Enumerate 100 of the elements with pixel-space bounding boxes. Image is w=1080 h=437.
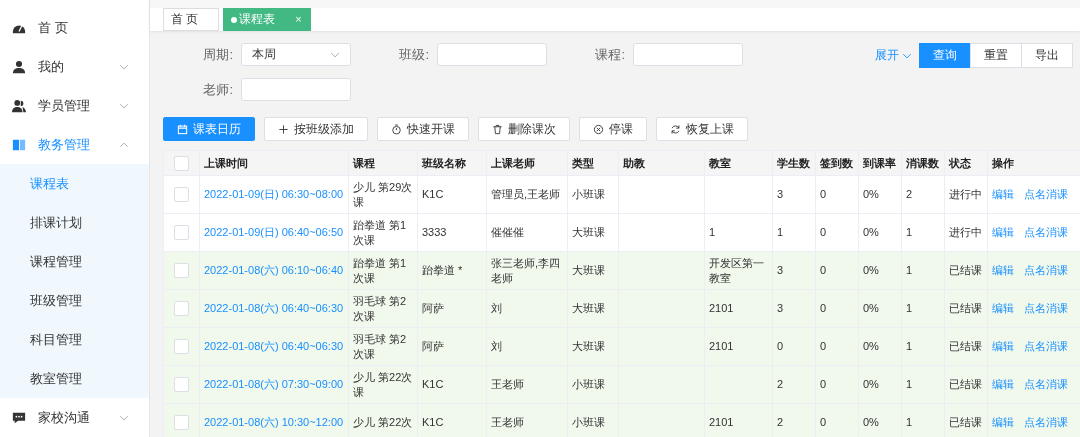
action-link[interactable]: 点名消课 [1024,226,1068,238]
select-field[interactable]: 本周 [241,43,351,66]
table-cell: 0% [858,175,902,214]
table-cell: 少儿 第22次 [348,403,418,437]
menu-item[interactable]: 首 页 [0,8,149,47]
column-header: 课程 [348,150,418,176]
input-field[interactable] [437,43,547,66]
action-link[interactable]: 点名消课 [1024,188,1068,200]
column-header: 操作 [987,150,1080,176]
table-cell: K1C [417,175,487,214]
menu-item[interactable]: 我的 [0,47,149,86]
checkbox[interactable] [174,225,189,240]
calendar-icon [177,123,188,135]
table-cell: 0% [858,213,902,252]
checkbox[interactable] [174,339,189,354]
table-cell: 3333 [417,213,487,252]
action-link[interactable]: 编辑 [992,188,1014,200]
toolbar-button[interactable]: 恢复上课 [656,117,748,141]
table-cell: 少儿 第29次课 [348,175,418,214]
action-link[interactable]: 点名消课 [1024,378,1068,390]
checkbox[interactable] [174,187,189,202]
table-cell: 3 [772,175,816,214]
column-header: 助教 [618,150,705,176]
search-button[interactable]: 查询 [919,43,971,68]
submenu-item[interactable]: 班级管理 [0,281,149,320]
table-cell: 1 [772,213,816,252]
table-cell: 进行中 [944,213,988,252]
submenu-item[interactable]: 科目管理 [0,320,149,359]
column-header: 上课老师 [486,150,568,176]
input-field[interactable] [241,78,351,101]
table-cell: 0 [772,327,816,366]
table-cell: 1 [901,289,945,328]
expand-link[interactable]: 展开 [875,43,912,68]
table-cell: 阿萨 [417,289,487,328]
table-cell: 跆拳道 第1次课 [348,251,418,290]
table-cell: 2101 [704,289,773,328]
table-cell: 2101 [704,327,773,366]
column-header: 学生数 [772,150,816,176]
menu-item[interactable]: 学员管理 [0,86,149,125]
table-cell: 0 [815,327,859,366]
stopwatch-icon [391,123,402,135]
table-cell: K1C [417,365,487,404]
action-link[interactable]: 点名消课 [1024,264,1068,276]
field-label: 班级: [398,45,430,64]
table-cell: 0% [858,289,902,328]
submenu-item[interactable]: 课程表 [0,164,149,203]
toolbar-button[interactable]: 按班级添加 [264,117,368,141]
dot-icon [231,16,238,23]
users-icon [12,98,26,113]
toolbar-button[interactable]: 课表日历 [163,117,255,141]
column-header: 签到数 [815,150,859,176]
table-cell: 张三老师,李四老师 [486,251,568,290]
close-icon[interactable]: × [295,9,302,30]
action-link[interactable]: 点名消课 [1024,416,1068,428]
menu-item[interactable]: 教务管理 [0,125,149,164]
table-cell: 羽毛球 第2次课 [348,289,418,328]
tab[interactable]: 课程表 × [223,8,311,31]
checkbox[interactable] [174,301,189,316]
table-cell: K1C [417,403,487,437]
table-cell: 0% [858,365,902,404]
table-cell: 0 [815,251,859,290]
table-cell: 小班课 [567,175,619,214]
table-cell: 3 [772,289,816,328]
submenu-item[interactable]: 课程管理 [0,242,149,281]
action-link[interactable]: 编辑 [992,416,1014,428]
toolbar-button[interactable]: 删除课次 [478,117,570,141]
action-link[interactable]: 编辑 [992,340,1014,352]
table-cell: 0 [815,289,859,328]
table-cell: 进行中 [944,175,988,214]
action-link[interactable]: 编辑 [992,264,1014,276]
table-cell: 开发区第一教室 [704,251,773,290]
table-cell: 0 [815,175,859,214]
toolbar-button[interactable]: 停课 [579,117,647,141]
checkbox[interactable] [174,415,189,430]
action-link[interactable]: 编辑 [992,378,1014,390]
menu-item[interactable]: 家校沟通 [0,398,149,437]
table-cell: 跆拳道 * [417,251,487,290]
table-cell: 已结课 [944,289,988,328]
column-header: 消课数 [901,150,945,176]
field-label: 课程: [594,45,626,64]
tab[interactable]: 首 页 [163,8,220,31]
input-field[interactable] [633,43,743,66]
table-cell: 王老师 [486,365,568,404]
table-cell: 1 [901,365,945,404]
checkbox[interactable] [174,377,189,392]
trash-icon [492,123,503,135]
action-link[interactable]: 点名消课 [1024,340,1068,352]
action-link[interactable]: 点名消课 [1024,302,1068,314]
table-cell: 王老师 [486,403,568,437]
table-cell: 0 [815,213,859,252]
submenu-item[interactable]: 排课计划 [0,203,149,242]
search-button[interactable]: 重置 [970,43,1022,68]
action-link[interactable]: 编辑 [992,302,1014,314]
search-button[interactable]: 导出 [1021,43,1073,68]
checkbox[interactable] [174,155,189,171]
submenu-item[interactable]: 教室管理 [0,359,149,398]
action-link[interactable]: 编辑 [992,226,1014,238]
checkbox[interactable] [174,263,189,278]
table-cell: 少儿 第22次课 [348,365,418,404]
toolbar-button[interactable]: 快速开课 [377,117,469,141]
